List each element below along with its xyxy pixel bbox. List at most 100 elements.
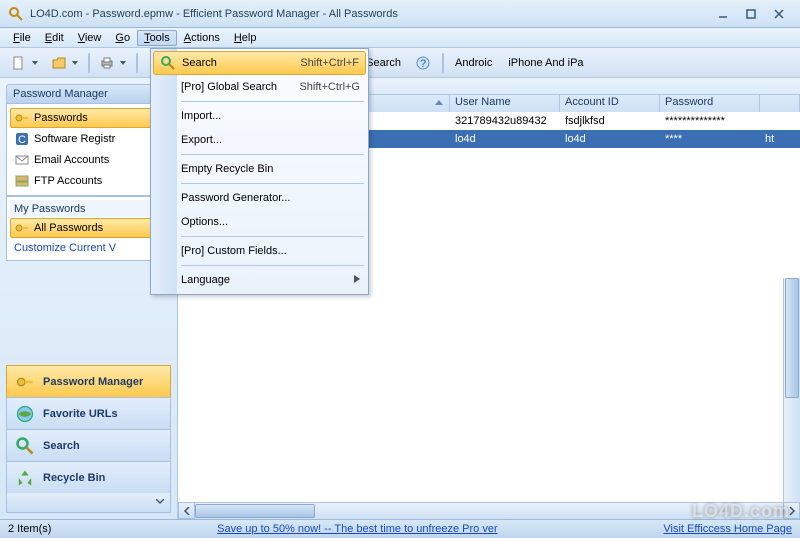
minimize-button[interactable] [710,6,736,22]
toolbar-separator [88,53,90,73]
key-icon [15,372,35,392]
column-header-Password[interactable]: Password [660,95,760,112]
sidebar-header: Password Manager [6,84,171,104]
menu-actions[interactable]: Actions [177,30,227,46]
nav-label: Password Manager [43,376,143,388]
customize-view-link[interactable]: Customize Current V [10,239,167,257]
toolbar-separator [442,53,444,73]
chevron-right-icon [354,274,360,286]
menu-go[interactable]: Go [108,30,137,46]
dropdown-separator [181,265,364,266]
vertical-scroll-thumb[interactable] [785,278,799,398]
dropdown-item-search[interactable]: SearchShift+Ctrl+F [153,51,366,75]
menu-file[interactable]: File [6,30,38,46]
sidebar-item-all-passwords[interactable]: All Passwords [10,218,167,238]
hscroll-left-button[interactable] [178,502,195,519]
globe-icon [15,404,35,424]
toolbar: itDeleteHide PassworSearch?AndroiciPhone… [0,48,800,78]
table-cell: ht [760,130,800,148]
folder-icon [51,55,67,71]
column-header-Account ID[interactable]: Account ID [560,95,660,112]
horizontal-scroll-thumb[interactable] [195,504,315,518]
sidebar-mypasswords: My Passwords All Passwords Customize Cur… [6,196,171,261]
table-cell: fsdjlkfsd [560,112,660,130]
menu-edit[interactable]: Edit [38,30,71,46]
dropdown-separator [181,101,364,102]
menubar: File Edit View Go Tools Actions Help [0,28,800,48]
table-cell: lo4d [560,130,660,148]
open-button[interactable] [46,51,84,75]
menu-tools[interactable]: Tools [137,30,177,46]
hscroll-right-button[interactable] [783,502,800,519]
nav-label: Favorite URLs [43,408,118,420]
status-home-link[interactable]: Visit Efficcess Home Page [663,523,792,535]
close-button[interactable] [766,6,792,22]
column-header-User Name[interactable]: User Name [450,95,560,112]
dropdown-separator [181,154,364,155]
window-title: LO4D.com - Password.epmw - Efficient Pas… [30,8,708,20]
file-icon [11,55,27,71]
maximize-button[interactable] [738,6,764,22]
dropdown-item-label: Password Generator... [181,192,290,204]
dropdown-item-export-[interactable]: Export... [151,128,368,152]
sidebar-group-label: Passwords [34,112,88,124]
dropdown-item-import-[interactable]: Import... [151,104,368,128]
dropdown-item-label: [Pro] Global Search [181,81,277,93]
sidebar-group-0[interactable]: Passwords [10,108,167,128]
table-cell: **** [660,130,760,148]
dropdown-item--pro-global-search[interactable]: [Pro] Global Search Shift+Ctrl+G [151,75,368,99]
print-button[interactable] [94,51,132,75]
new-button[interactable] [6,51,44,75]
svg-text:?: ? [420,58,426,70]
nav-password-manager[interactable]: Password Manager [6,365,171,397]
dropdown-shortcut: Shift+Ctrl+G [299,81,360,93]
dropdown-item-label: Import... [181,110,221,122]
table-cell: ************** [660,112,760,130]
statusbar: 2 Item(s) Save up to 50% now! -- The bes… [0,519,800,538]
dropdown-item-options-[interactable]: Options... [151,210,368,234]
dropdown-separator [181,236,364,237]
menu-help[interactable]: Help [227,30,264,46]
dropdown-item-label: Options... [181,216,228,228]
nav-label: Search [43,440,80,452]
print-icon [99,55,115,71]
ftp-icon [14,173,30,189]
tools-dropdown: SearchShift+Ctrl+F [Pro] Global Search Shi… [150,48,369,295]
dropdown-shortcut: Shift+Ctrl+F [300,57,359,69]
sidebar-item-label: All Passwords [34,222,103,234]
status-promo-link[interactable]: Save up to 50% now! -- The best time to … [67,523,647,535]
nav-footer[interactable] [6,493,171,513]
help-toolbar-button[interactable]: ? [410,51,438,75]
dropdown-separator [181,183,364,184]
nav-favorite-urls[interactable]: Favorite URLs [6,397,171,429]
search-icon [15,436,35,456]
horizontal-scrollbar[interactable] [195,502,783,519]
sidebar-group-1[interactable]: CSoftware Registr [10,129,167,149]
nav-label: Recycle Bin [43,472,105,484]
search-icon [160,55,176,71]
dropdown-item-password-generator-[interactable]: Password Generator... [151,186,368,210]
dropdown-item-label: Export... [181,134,222,146]
menu-view[interactable]: View [71,30,109,46]
svg-text:C: C [18,134,26,146]
nav-search[interactable]: Search [6,429,171,461]
vertical-scrollbar[interactable] [783,278,800,505]
nav-recycle-bin[interactable]: Recycle Bin [6,461,171,493]
table-cell: 321789432u89432 [450,112,560,130]
table-cell: lo4d [450,130,560,148]
sidebar-group-2[interactable]: Email Accounts [10,150,167,170]
titlebar: LO4D.com - Password.epmw - Efficient Pas… [0,0,800,28]
help-icon: ? [415,55,431,71]
column-header-5[interactable] [760,95,800,112]
app-icon [8,6,24,22]
dropdown-item-language[interactable]: Language [151,268,368,292]
sidebar-group-3[interactable]: FTP Accounts [10,171,167,191]
toolbar-button-label: Androic [455,57,492,69]
dropdown-item--pro-custom-fields-[interactable]: [Pro] Custom Fields... [151,239,368,263]
key-icon [14,220,30,236]
sidebar-group-label: FTP Accounts [34,175,102,187]
android-button[interactable]: Androic [448,51,499,75]
dropdown-item-empty-recycle-bin[interactable]: Empty Recycle Bin [151,157,368,181]
iphone-button[interactable]: iPhone And iPa [501,51,590,75]
nav-pane: Password Manager Favorite URLs Search Recyc… [6,269,171,513]
